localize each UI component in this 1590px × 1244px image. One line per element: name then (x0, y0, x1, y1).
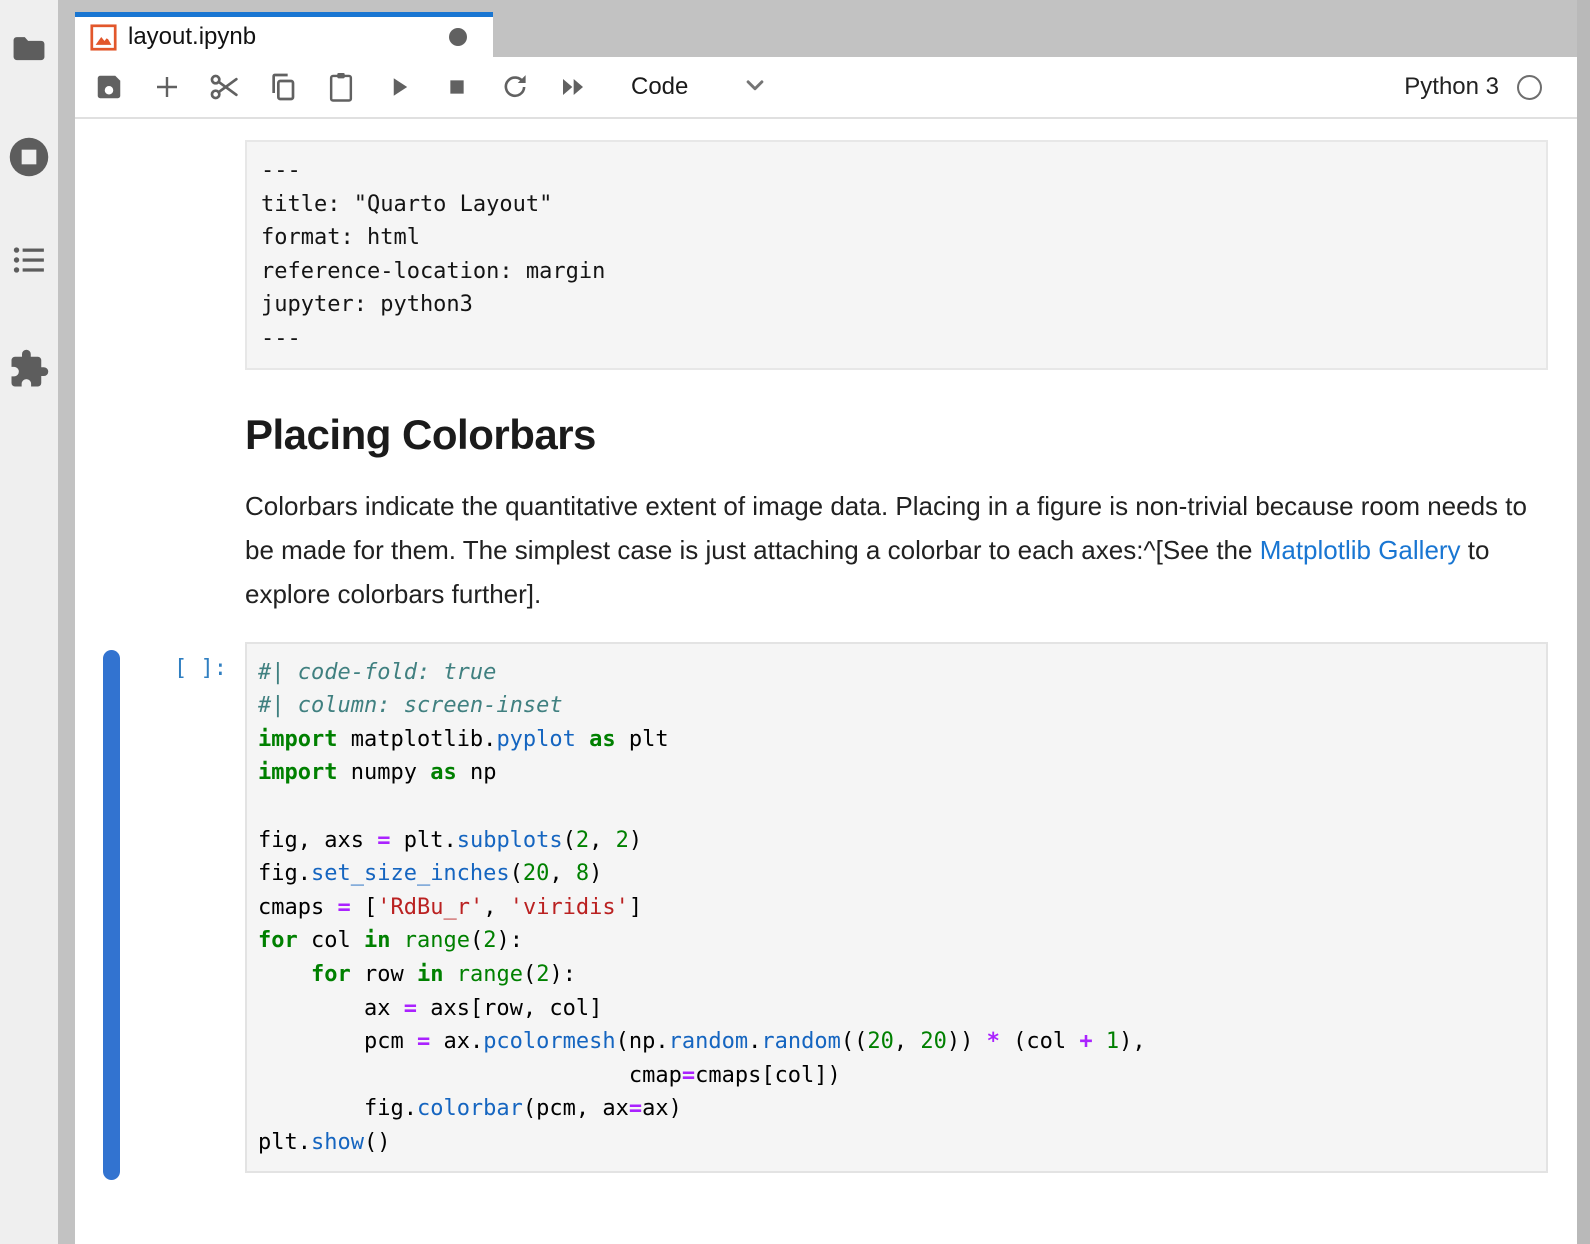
fast-forward-icon (557, 71, 589, 103)
matplotlib-gallery-link[interactable]: Matplotlib Gallery (1260, 535, 1461, 565)
sidebar-divider (58, 0, 75, 1244)
cut-cells-button[interactable] (205, 67, 245, 107)
run-cell-button[interactable] (379, 67, 419, 107)
folder-icon (11, 33, 47, 63)
main-area: layout.ipynb (75, 0, 1590, 1244)
markdown-heading: Placing Colorbars (245, 410, 1590, 460)
running-sessions-tab[interactable] (0, 135, 58, 179)
paste-cells-button[interactable] (321, 67, 361, 107)
save-button[interactable] (89, 67, 129, 107)
tab-title: layout.ipynb (128, 23, 256, 51)
restart-kernel-button[interactable] (495, 67, 535, 107)
table-of-contents-tab[interactable] (0, 243, 58, 277)
cell-type-value: Code (631, 73, 688, 101)
interrupt-kernel-button[interactable] (437, 67, 477, 107)
restart-run-all-button[interactable] (553, 67, 593, 107)
list-icon (12, 243, 46, 277)
scissors-icon (208, 70, 242, 104)
tab-bar: layout.ipynb (75, 0, 1590, 57)
clipboard-icon (326, 71, 356, 103)
cell-type-dropdown[interactable]: Code (631, 70, 770, 105)
puzzle-icon (8, 348, 50, 390)
code-editor[interactable]: #| code-fold: true#| column: screen-inse… (245, 642, 1548, 1174)
kernel-status-icon (1517, 75, 1542, 100)
unsaved-changes-dot[interactable] (449, 28, 467, 46)
notebook-content: --- title: "Quarto Layout" format: html … (75, 140, 1590, 1173)
jupyterlab-window: layout.ipynb (0, 0, 1590, 1244)
code-cell: [ ]: #| code-fold: true#| column: screen… (75, 642, 1590, 1174)
markdown-cell: Placing Colorbars Colorbars indicate the… (75, 410, 1590, 616)
notebook-toolbar: Code Python 3 (75, 57, 1590, 119)
raw-cell-text: --- title: "Quarto Layout" format: html … (261, 154, 1532, 356)
plus-icon (151, 71, 183, 103)
window-right-edge (1577, 0, 1590, 1244)
kernel-switcher[interactable]: Python 3 (1404, 73, 1542, 101)
stop-circle-icon (7, 135, 51, 179)
insert-cell-button[interactable] (147, 67, 187, 107)
floppy-icon (94, 72, 124, 102)
cell-collapser[interactable] (103, 650, 120, 1181)
chevron-down-icon (740, 70, 770, 105)
copy-icon (267, 71, 299, 103)
play-icon (385, 73, 413, 101)
refresh-icon (500, 72, 530, 102)
raw-cell-yaml-frontmatter[interactable]: --- title: "Quarto Layout" format: html … (245, 140, 1548, 370)
copy-cells-button[interactable] (263, 67, 303, 107)
markdown-paragraph: Colorbars indicate the quantitative exte… (245, 484, 1548, 616)
tab-layout-ipynb[interactable]: layout.ipynb (75, 12, 493, 57)
extension-manager-tab[interactable] (0, 348, 58, 390)
stop-icon (443, 73, 471, 101)
notebook-icon (90, 24, 117, 51)
activity-sidebar (0, 0, 58, 1244)
file-browser-tab[interactable] (0, 33, 58, 63)
execution-prompt: [ ]: (165, 656, 227, 681)
kernel-name: Python 3 (1404, 73, 1499, 101)
